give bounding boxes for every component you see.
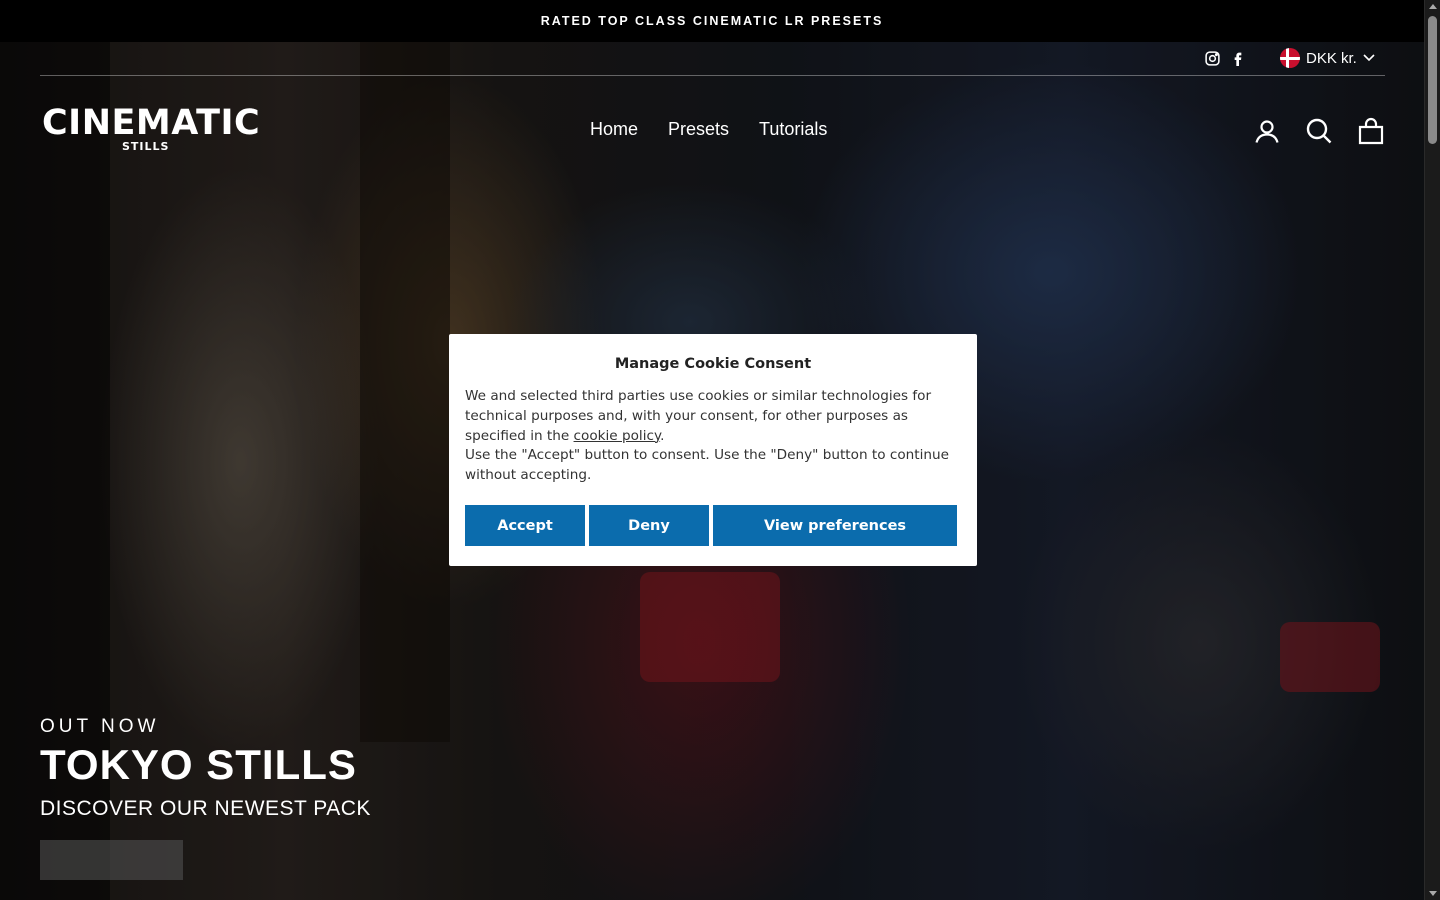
search-icon[interactable] bbox=[1305, 117, 1335, 147]
nav-item-home[interactable]: Home bbox=[590, 119, 638, 140]
nav-item-presets[interactable]: Presets bbox=[668, 119, 729, 140]
deny-button[interactable]: Deny bbox=[589, 505, 709, 546]
site-logo[interactable]: CINEMATIC STILLS bbox=[42, 103, 261, 153]
nav-item-tutorials[interactable]: Tutorials bbox=[759, 119, 827, 140]
accept-button[interactable]: Accept bbox=[465, 505, 585, 546]
hero-photo-pillar bbox=[360, 42, 450, 742]
cookie-text-2: . bbox=[660, 427, 665, 444]
hero-cta-button[interactable] bbox=[40, 840, 183, 880]
view-preferences-button[interactable]: View preferences bbox=[713, 505, 957, 546]
cookie-consent-modal: Manage Cookie Consent We and selected th… bbox=[449, 334, 977, 566]
account-icon[interactable] bbox=[1253, 117, 1283, 147]
cookie-modal-body: We and selected third parties use cookie… bbox=[465, 387, 965, 486]
currency-label: DKK kr. bbox=[1306, 49, 1357, 67]
cookie-text-3: Use the "Accept" button to consent. Use … bbox=[465, 447, 949, 484]
announcement-bar: RATED TOP CLASS CINEMATIC LR PRESETS bbox=[0, 0, 1424, 42]
hero-subtitle: DISCOVER OUR NEWEST PACK bbox=[40, 797, 371, 820]
hero-photo-cap bbox=[1280, 622, 1380, 692]
page-scrollbar[interactable] bbox=[1424, 0, 1440, 900]
denmark-flag-icon bbox=[1280, 48, 1300, 68]
instagram-icon[interactable] bbox=[1202, 48, 1222, 68]
hero-photo-jacket bbox=[640, 572, 780, 682]
logo-wordmark: CINEMATIC bbox=[42, 103, 261, 143]
announcement-text: RATED TOP CLASS CINEMATIC LR PRESETS bbox=[540, 14, 884, 28]
cart-icon[interactable] bbox=[1357, 117, 1387, 147]
hero-eyebrow: OUT NOW bbox=[40, 716, 160, 737]
facebook-icon[interactable] bbox=[1228, 48, 1248, 68]
header-utility-bar bbox=[40, 42, 1385, 76]
currency-selector[interactable]: DKK kr. bbox=[1280, 46, 1375, 70]
main-nav: Home Presets Tutorials bbox=[590, 119, 827, 140]
cookie-modal-title: Manage Cookie Consent bbox=[614, 356, 812, 372]
cookie-policy-link[interactable]: cookie policy bbox=[574, 428, 661, 444]
scroll-up-arrow-icon[interactable] bbox=[1429, 4, 1437, 9]
hero-title: TOKYO STILLS bbox=[40, 741, 357, 788]
chevron-down-icon bbox=[1363, 54, 1375, 62]
scroll-down-arrow-icon[interactable] bbox=[1429, 891, 1437, 896]
scrollbar-thumb[interactable] bbox=[1428, 16, 1437, 144]
logo-subtitle: STILLS bbox=[122, 140, 170, 153]
cookie-text-1: We and selected third parties use cookie… bbox=[465, 388, 932, 444]
